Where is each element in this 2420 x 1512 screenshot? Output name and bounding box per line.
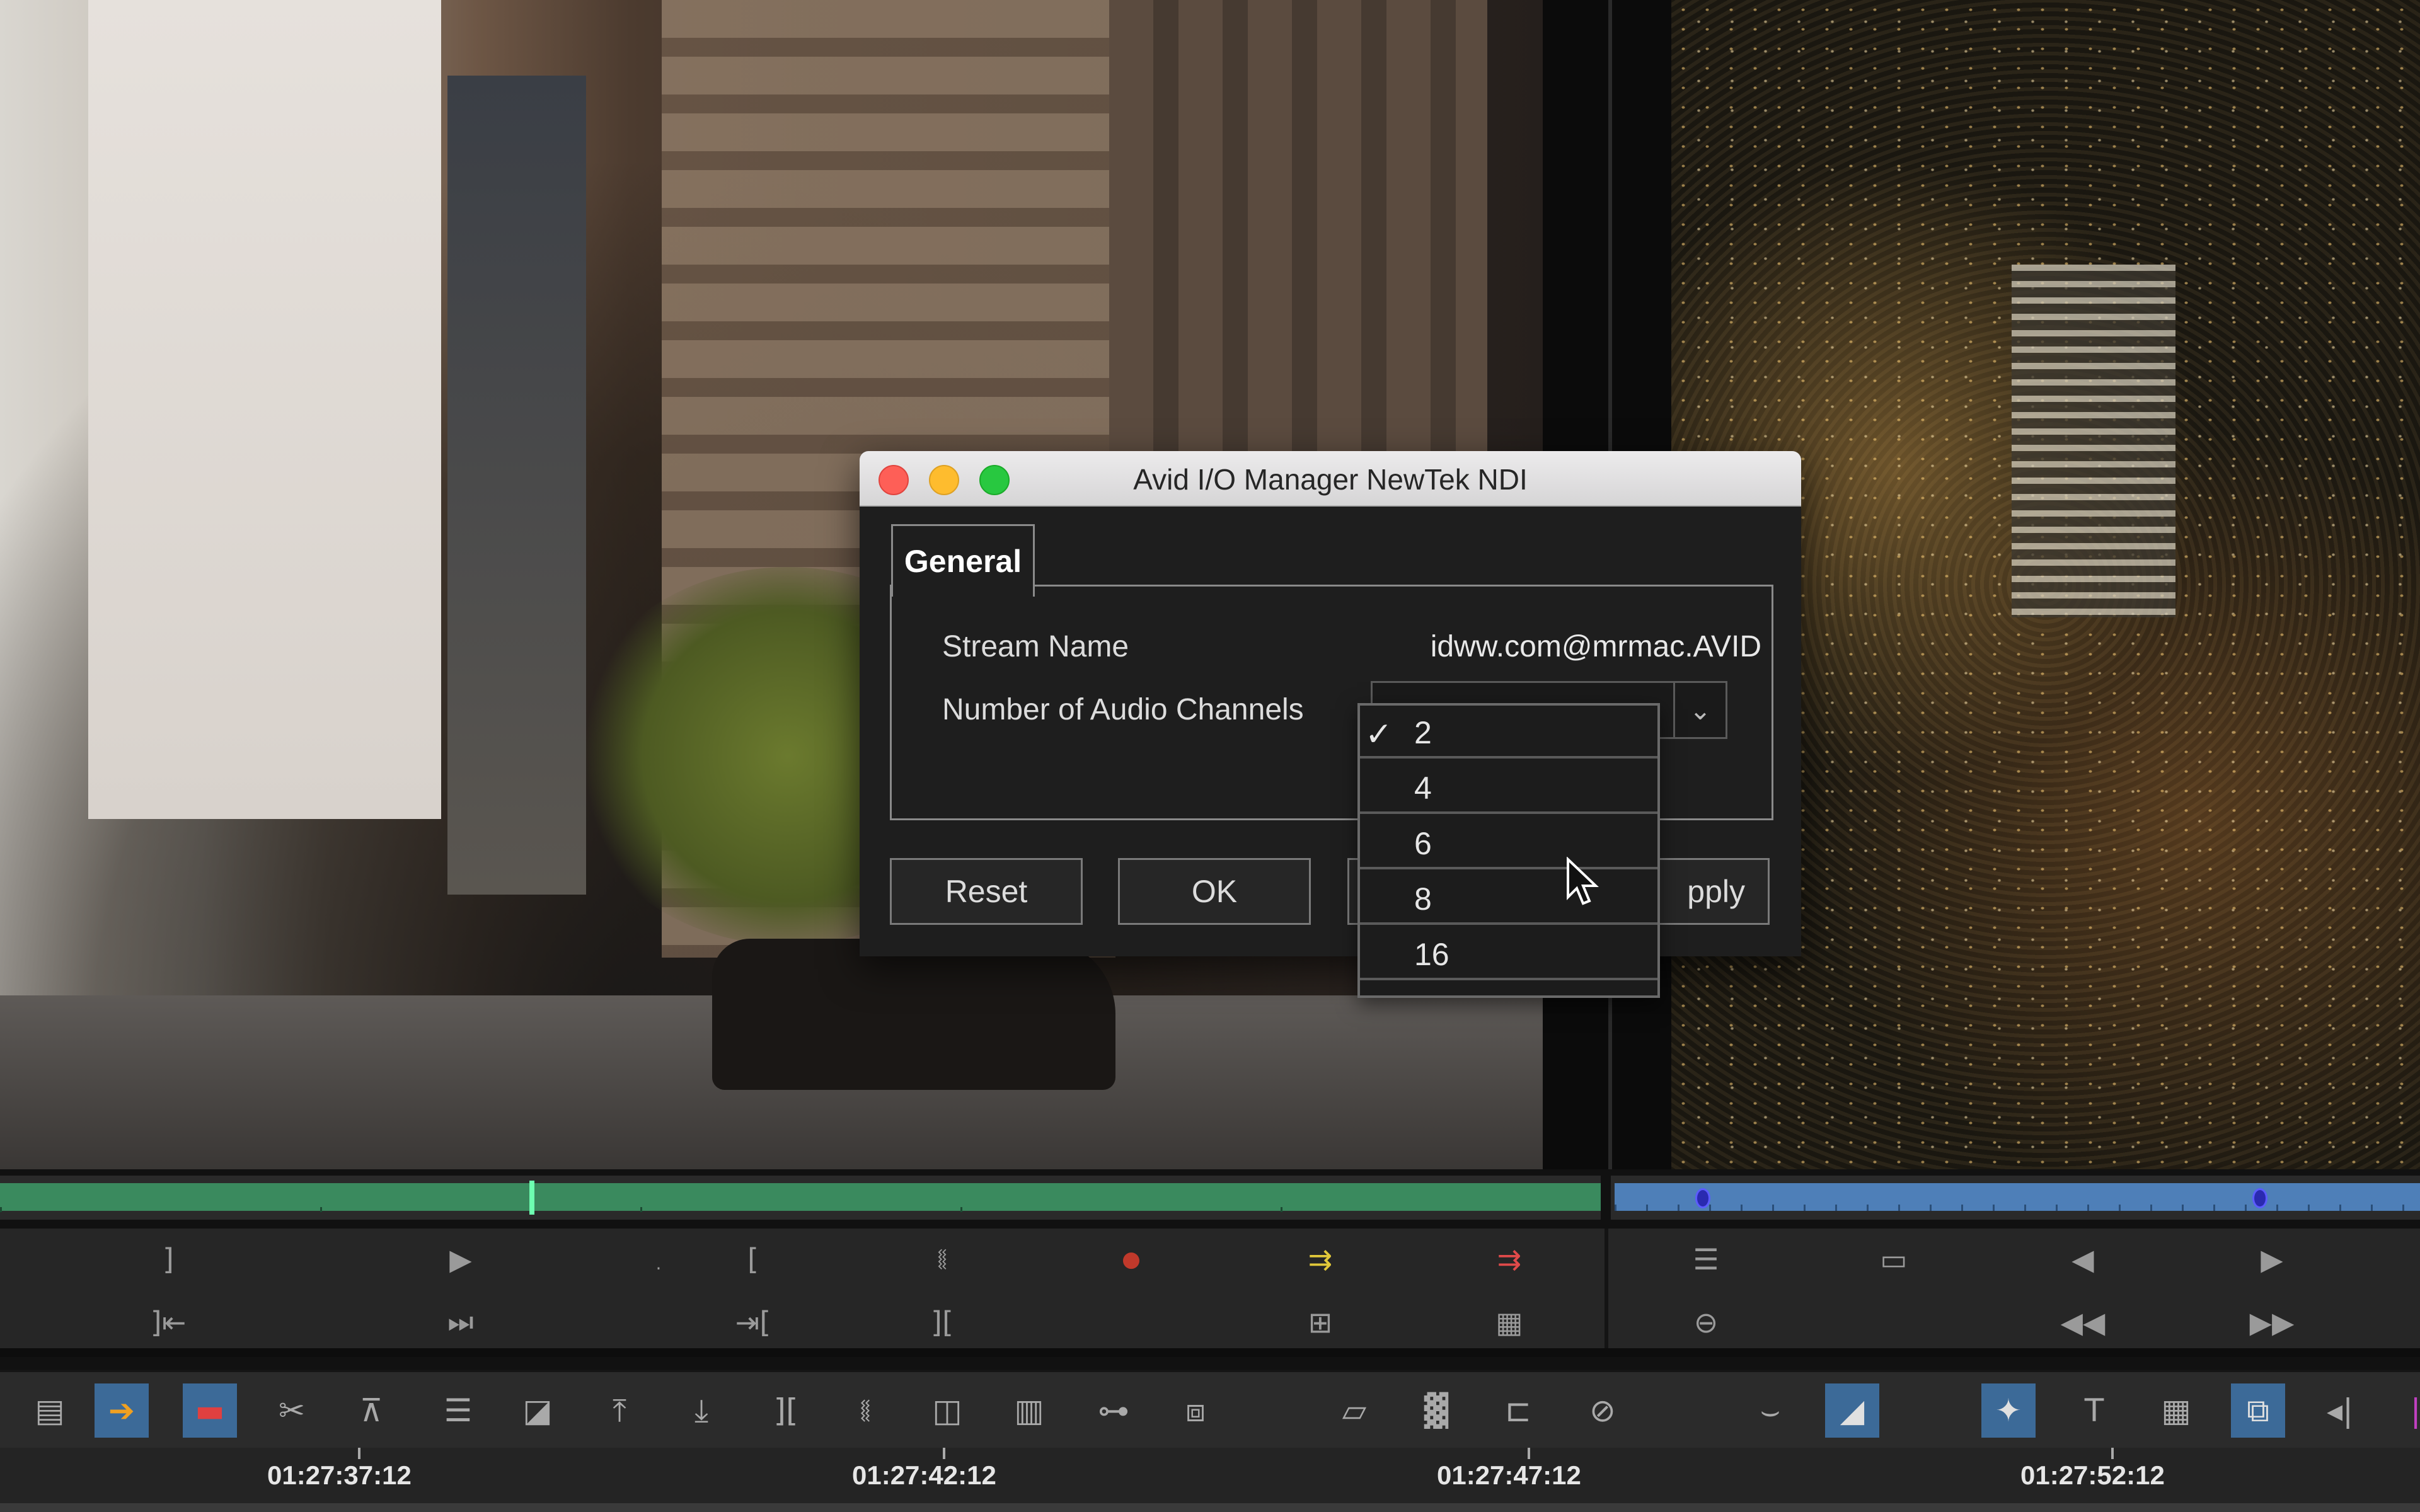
step-back-icon[interactable]: ◀ (2061, 1237, 2105, 1281)
cut-icon[interactable]: ✂ (265, 1383, 319, 1438)
tail-icon[interactable]: ⤓ (674, 1383, 729, 1438)
monitor-button-row-1: ] ▶ . [ ⧛ ● ⇉ ⇉ ☰ ▭ ◀ ▶ (0, 1228, 2420, 1292)
timecode-label: 01:27:52:12 (2020, 1460, 2165, 1490)
trim-left-icon[interactable]: ][ (759, 1383, 813, 1438)
mark-in-marker[interactable] (1695, 1188, 1710, 1208)
menu-icon[interactable]: ▤ (23, 1383, 77, 1438)
fast-forward-icon[interactable]: ▶▶ (2250, 1300, 2295, 1344)
link-icon[interactable]: ⊖ (1684, 1300, 1728, 1344)
grid-tool-icon[interactable]: ▦ (2149, 1383, 2203, 1438)
sequence-icon[interactable]: ⊏ (1491, 1383, 1545, 1438)
trim-both-icon[interactable]: ⧛ (838, 1383, 892, 1438)
split-icon[interactable]: ⧈ (1168, 1383, 1223, 1438)
record-position-bar[interactable] (1611, 1176, 2420, 1220)
mark-out-marker[interactable] (2252, 1188, 2267, 1208)
title-tool-icon[interactable]: T (2067, 1383, 2121, 1438)
segment-icon[interactable]: ▥ (1002, 1383, 1056, 1438)
audio-channels-dropdown: ✓ 2 4 6 8 16 (1357, 703, 1660, 998)
play-in-to-out-icon[interactable]: ⏭ (439, 1300, 483, 1344)
step-forward-icon[interactable]: ▶ (2250, 1237, 2294, 1281)
play-icon[interactable]: ▶ (439, 1237, 483, 1281)
dropdown-option[interactable]: 8 (1360, 872, 1657, 925)
audio-icon[interactable]: ◂| (2313, 1383, 2367, 1438)
effect-editor-icon[interactable]: ⊶ (1086, 1383, 1141, 1438)
grid-3x3-icon[interactable]: ▦ (1487, 1300, 1531, 1344)
audio-channels-label: Number of Audio Channels (942, 693, 1304, 726)
top-icon[interactable]: ⤒ (592, 1383, 647, 1438)
filmstrip-icon[interactable]: ▭ (1872, 1237, 1916, 1281)
panel-divider (0, 1348, 2420, 1357)
monitor-image-tower (2012, 265, 2175, 617)
checkmark-icon: ✓ (1365, 716, 1393, 753)
lift-icon[interactable]: ➔ (95, 1383, 149, 1438)
render-icon[interactable]: ▱ (1327, 1383, 1381, 1438)
timecode-ruler[interactable]: 01:27:37:12 01:27:42:12 01:27:47:12 01:2… (0, 1448, 2420, 1512)
dialog-title: Avid I/O Manager NewTek NDI (1133, 463, 1528, 496)
timecode-label: 01:27:47:12 (1437, 1460, 1581, 1490)
stream-name-label: Stream Name (942, 630, 1129, 663)
lift-segment-icon[interactable]: ⊼ (344, 1383, 398, 1438)
source-position-bar[interactable] (0, 1176, 1601, 1220)
timecode-label: 01:27:42:12 (852, 1460, 996, 1490)
monitor-image-sky (88, 0, 441, 819)
mark-out-icon[interactable]: ] (146, 1237, 190, 1281)
timeline-toolbar: ▤ ➔ ▬ ✂ ⊼ ☰ ◪ ⤒ ⤓ ][ ⧛ ◫ ▥ ⊶ ⧈ ▱ ▓ ⊏ ⊘ ⌣… (0, 1370, 2420, 1450)
dropdown-option[interactable]: 6 (1360, 816, 1657, 869)
add-marker-icon[interactable]: ● (1109, 1237, 1153, 1281)
trim-split-icon[interactable]: ◫ (920, 1383, 974, 1438)
reset-button[interactable]: Reset (890, 858, 1083, 925)
mark-clip-icon[interactable]: ⧛ (920, 1237, 964, 1281)
tab-general[interactable]: General (891, 524, 1035, 597)
dropdown-option[interactable]: 16 (1360, 927, 1657, 980)
timeline-view-icon[interactable]: ☰ (431, 1383, 485, 1438)
go-to-in-icon[interactable]: ⇥[ (731, 1300, 775, 1344)
dot-icon[interactable]: . (637, 1241, 681, 1285)
rewind-icon[interactable]: ◀◀ (2061, 1300, 2106, 1344)
stream-name-field[interactable]: idww.com@mrmac.AVID (1371, 629, 1761, 664)
extract-icon[interactable]: ▬ (183, 1383, 237, 1438)
splice-in-icon[interactable]: ⇉ (1298, 1237, 1342, 1281)
audio-ramp-icon[interactable]: ◢ (1825, 1383, 1879, 1438)
monitor-image-car (712, 939, 1115, 1090)
mouse-pointer-icon (1567, 857, 1599, 905)
film-icon[interactable]: ▓ (1409, 1383, 1463, 1438)
mark-in-icon[interactable]: [ (731, 1237, 775, 1281)
go-to-out-icon[interactable]: ]⇤ (146, 1300, 190, 1344)
dialog-titlebar[interactable]: Avid I/O Manager NewTek NDI (860, 451, 1801, 507)
dropdown-option[interactable]: ✓ 2 (1360, 706, 1657, 759)
toggle-icon[interactable]: ◪ (510, 1383, 565, 1438)
audio-curve-icon[interactable]: ⌣ (1743, 1383, 1797, 1438)
disable-icon[interactable]: ⊘ (1576, 1383, 1630, 1438)
color-icon[interactable]: | (2388, 1383, 2420, 1438)
dropdown-option[interactable]: 4 (1360, 761, 1657, 814)
mark-clip-alt-icon[interactable]: ][ (920, 1300, 964, 1344)
focus-icon[interactable]: ✦ (1981, 1383, 2036, 1438)
overwrite-icon[interactable]: ⇉ (1487, 1237, 1531, 1281)
position-indicator[interactable] (529, 1181, 534, 1215)
trim-mode-icon[interactable]: ⧉ (2231, 1383, 2285, 1438)
monitor-image-tower (447, 76, 586, 895)
ok-button[interactable]: OK (1118, 858, 1311, 925)
timecode-label: 01:27:37:12 (267, 1460, 412, 1490)
monitor-button-row-2: ]⇤ ⏭ ⇥[ ][ ⊞ ▦ ⊖ ◀◀ ▶▶ (0, 1292, 2420, 1354)
grid-2x2-icon[interactable]: ⊞ (1298, 1300, 1342, 1344)
list-icon[interactable]: ☰ (1684, 1237, 1728, 1281)
chevron-down-icon[interactable]: ⌄ (1673, 683, 1726, 737)
